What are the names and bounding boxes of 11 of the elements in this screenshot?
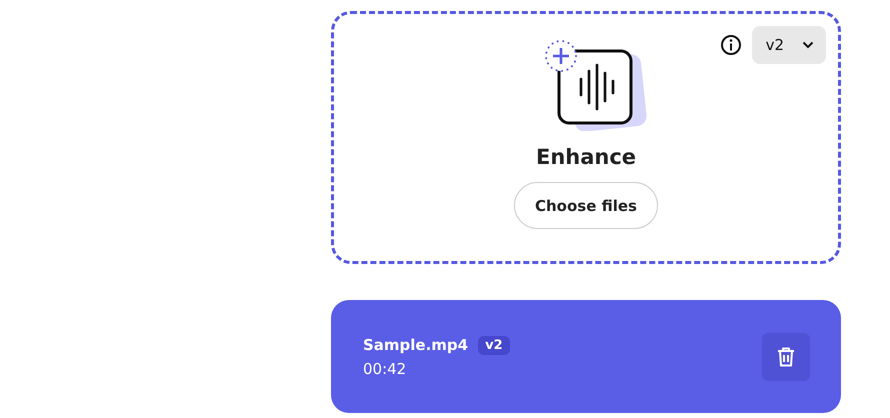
- choose-files-button[interactable]: Choose files: [514, 182, 658, 229]
- delete-button[interactable]: [762, 332, 810, 380]
- file-duration: 00:42: [363, 360, 408, 378]
- version-dropdown[interactable]: v2: [752, 26, 826, 64]
- file-name: Sample.mp4: [363, 336, 468, 354]
- version-badge: v2: [478, 336, 510, 354]
- trash-icon: [776, 346, 796, 368]
- drop-zone[interactable]: v2 Enhance Choose files: [331, 11, 841, 264]
- info-icon[interactable]: [720, 34, 742, 56]
- tool-title: Enhance: [536, 145, 636, 169]
- chevron-down-icon: [802, 41, 814, 49]
